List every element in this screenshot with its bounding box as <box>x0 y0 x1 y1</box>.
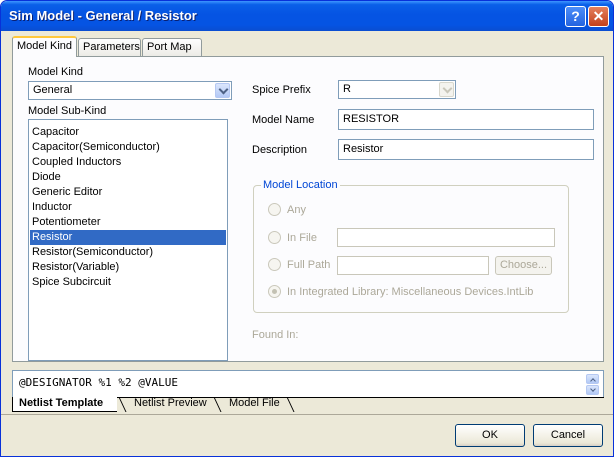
description-label: Description <box>252 144 308 156</box>
ok-button[interactable]: OK <box>455 424 525 447</box>
model-kind-value: General <box>33 84 73 96</box>
list-item[interactable]: Capacitor(Semiconductor) <box>30 140 226 155</box>
list-item-selected[interactable]: Resistor <box>30 230 226 245</box>
tab-netlist-template[interactable]: Netlist Template <box>12 397 118 412</box>
list-item[interactable]: Potentiometer <box>30 215 226 230</box>
title-bar: Sim Model - General / Resistor ? ✕ <box>1 1 613 31</box>
scroll-up-icon[interactable] <box>586 374 599 384</box>
model-subkind-label: Model Sub-Kind <box>28 105 107 117</box>
list-item[interactable]: Spice Subcircuit <box>30 275 226 290</box>
help-button[interactable]: ? <box>565 6 586 27</box>
netlist-template-editor[interactable]: @DESIGNATOR %1 %2 @VALUE <box>12 370 604 398</box>
netlist-template-text: @DESIGNATOR %1 %2 @VALUE <box>19 376 178 389</box>
window-title: Sim Model - General / Resistor <box>9 8 197 23</box>
full-path-field[interactable] <box>337 256 489 275</box>
tab-model-file[interactable]: Model File <box>223 397 294 412</box>
model-kind-dropdown[interactable]: General <box>28 81 232 100</box>
radio-full-path-label: Full Path <box>287 259 331 271</box>
radio-in-file-label: In File <box>287 232 317 244</box>
radio-in-file[interactable] <box>268 231 281 244</box>
found-in-label: Found In: <box>252 329 299 341</box>
description-field[interactable]: Resistor <box>338 139 594 160</box>
sim-model-dialog: Sim Model - General / Resistor ? ✕ Model… <box>0 0 614 457</box>
in-file-field[interactable] <box>337 228 555 247</box>
list-item[interactable]: Resistor(Variable) <box>30 260 226 275</box>
close-icon: ✕ <box>592 8 605 24</box>
footer-divider <box>1 414 613 415</box>
help-icon: ? <box>571 8 580 24</box>
spice-prefix-value: R <box>343 83 351 95</box>
tab-parameters[interactable]: Parameters <box>78 38 141 56</box>
list-item[interactable]: Coupled Inductors <box>30 155 226 170</box>
description-value: Resistor <box>343 143 384 155</box>
netlist-tabs: Netlist Template Netlist Preview Model F… <box>12 397 604 412</box>
model-subkind-list[interactable]: Capacitor Capacitor(Semiconductor) Coupl… <box>28 119 228 361</box>
list-item[interactable]: Diode <box>30 170 226 185</box>
list-item[interactable]: Inductor <box>30 200 226 215</box>
tab-separator <box>118 397 127 412</box>
radio-any-label: Any <box>287 204 306 216</box>
cancel-button[interactable]: Cancel <box>533 424 603 447</box>
list-item[interactable]: Capacitor <box>30 125 226 140</box>
model-name-label: Model Name <box>252 114 315 126</box>
choose-button[interactable]: Choose... <box>495 256 552 275</box>
chevron-down-icon <box>439 82 454 97</box>
model-location-title: Model Location <box>261 179 340 191</box>
chevron-down-icon[interactable] <box>215 83 230 98</box>
radio-full-path[interactable] <box>268 258 281 271</box>
radio-any[interactable] <box>268 203 281 216</box>
model-name-field[interactable]: RESISTOR <box>338 109 594 130</box>
model-kind-label: Model Kind <box>28 66 84 78</box>
list-item[interactable]: Generic Editor <box>30 185 226 200</box>
tab-model-kind[interactable]: Model Kind <box>12 36 77 57</box>
tab-port-map[interactable]: Port Map <box>142 38 202 56</box>
tab-netlist-preview[interactable]: Netlist Preview <box>128 397 221 412</box>
radio-integrated-library-label: In Integrated Library: Miscellaneous Dev… <box>287 286 534 298</box>
spice-prefix-dropdown[interactable]: R <box>338 80 456 99</box>
scroll-down-icon[interactable] <box>586 385 599 395</box>
radio-integrated-library[interactable] <box>268 285 281 298</box>
model-name-value: RESISTOR <box>343 113 400 125</box>
list-item[interactable]: Resistor(Semiconductor) <box>30 245 226 260</box>
close-button[interactable]: ✕ <box>588 6 609 27</box>
model-kind-panel: Model Kind General Model Sub-Kind Capaci… <box>12 56 604 362</box>
spice-prefix-label: Spice Prefix <box>252 84 311 96</box>
